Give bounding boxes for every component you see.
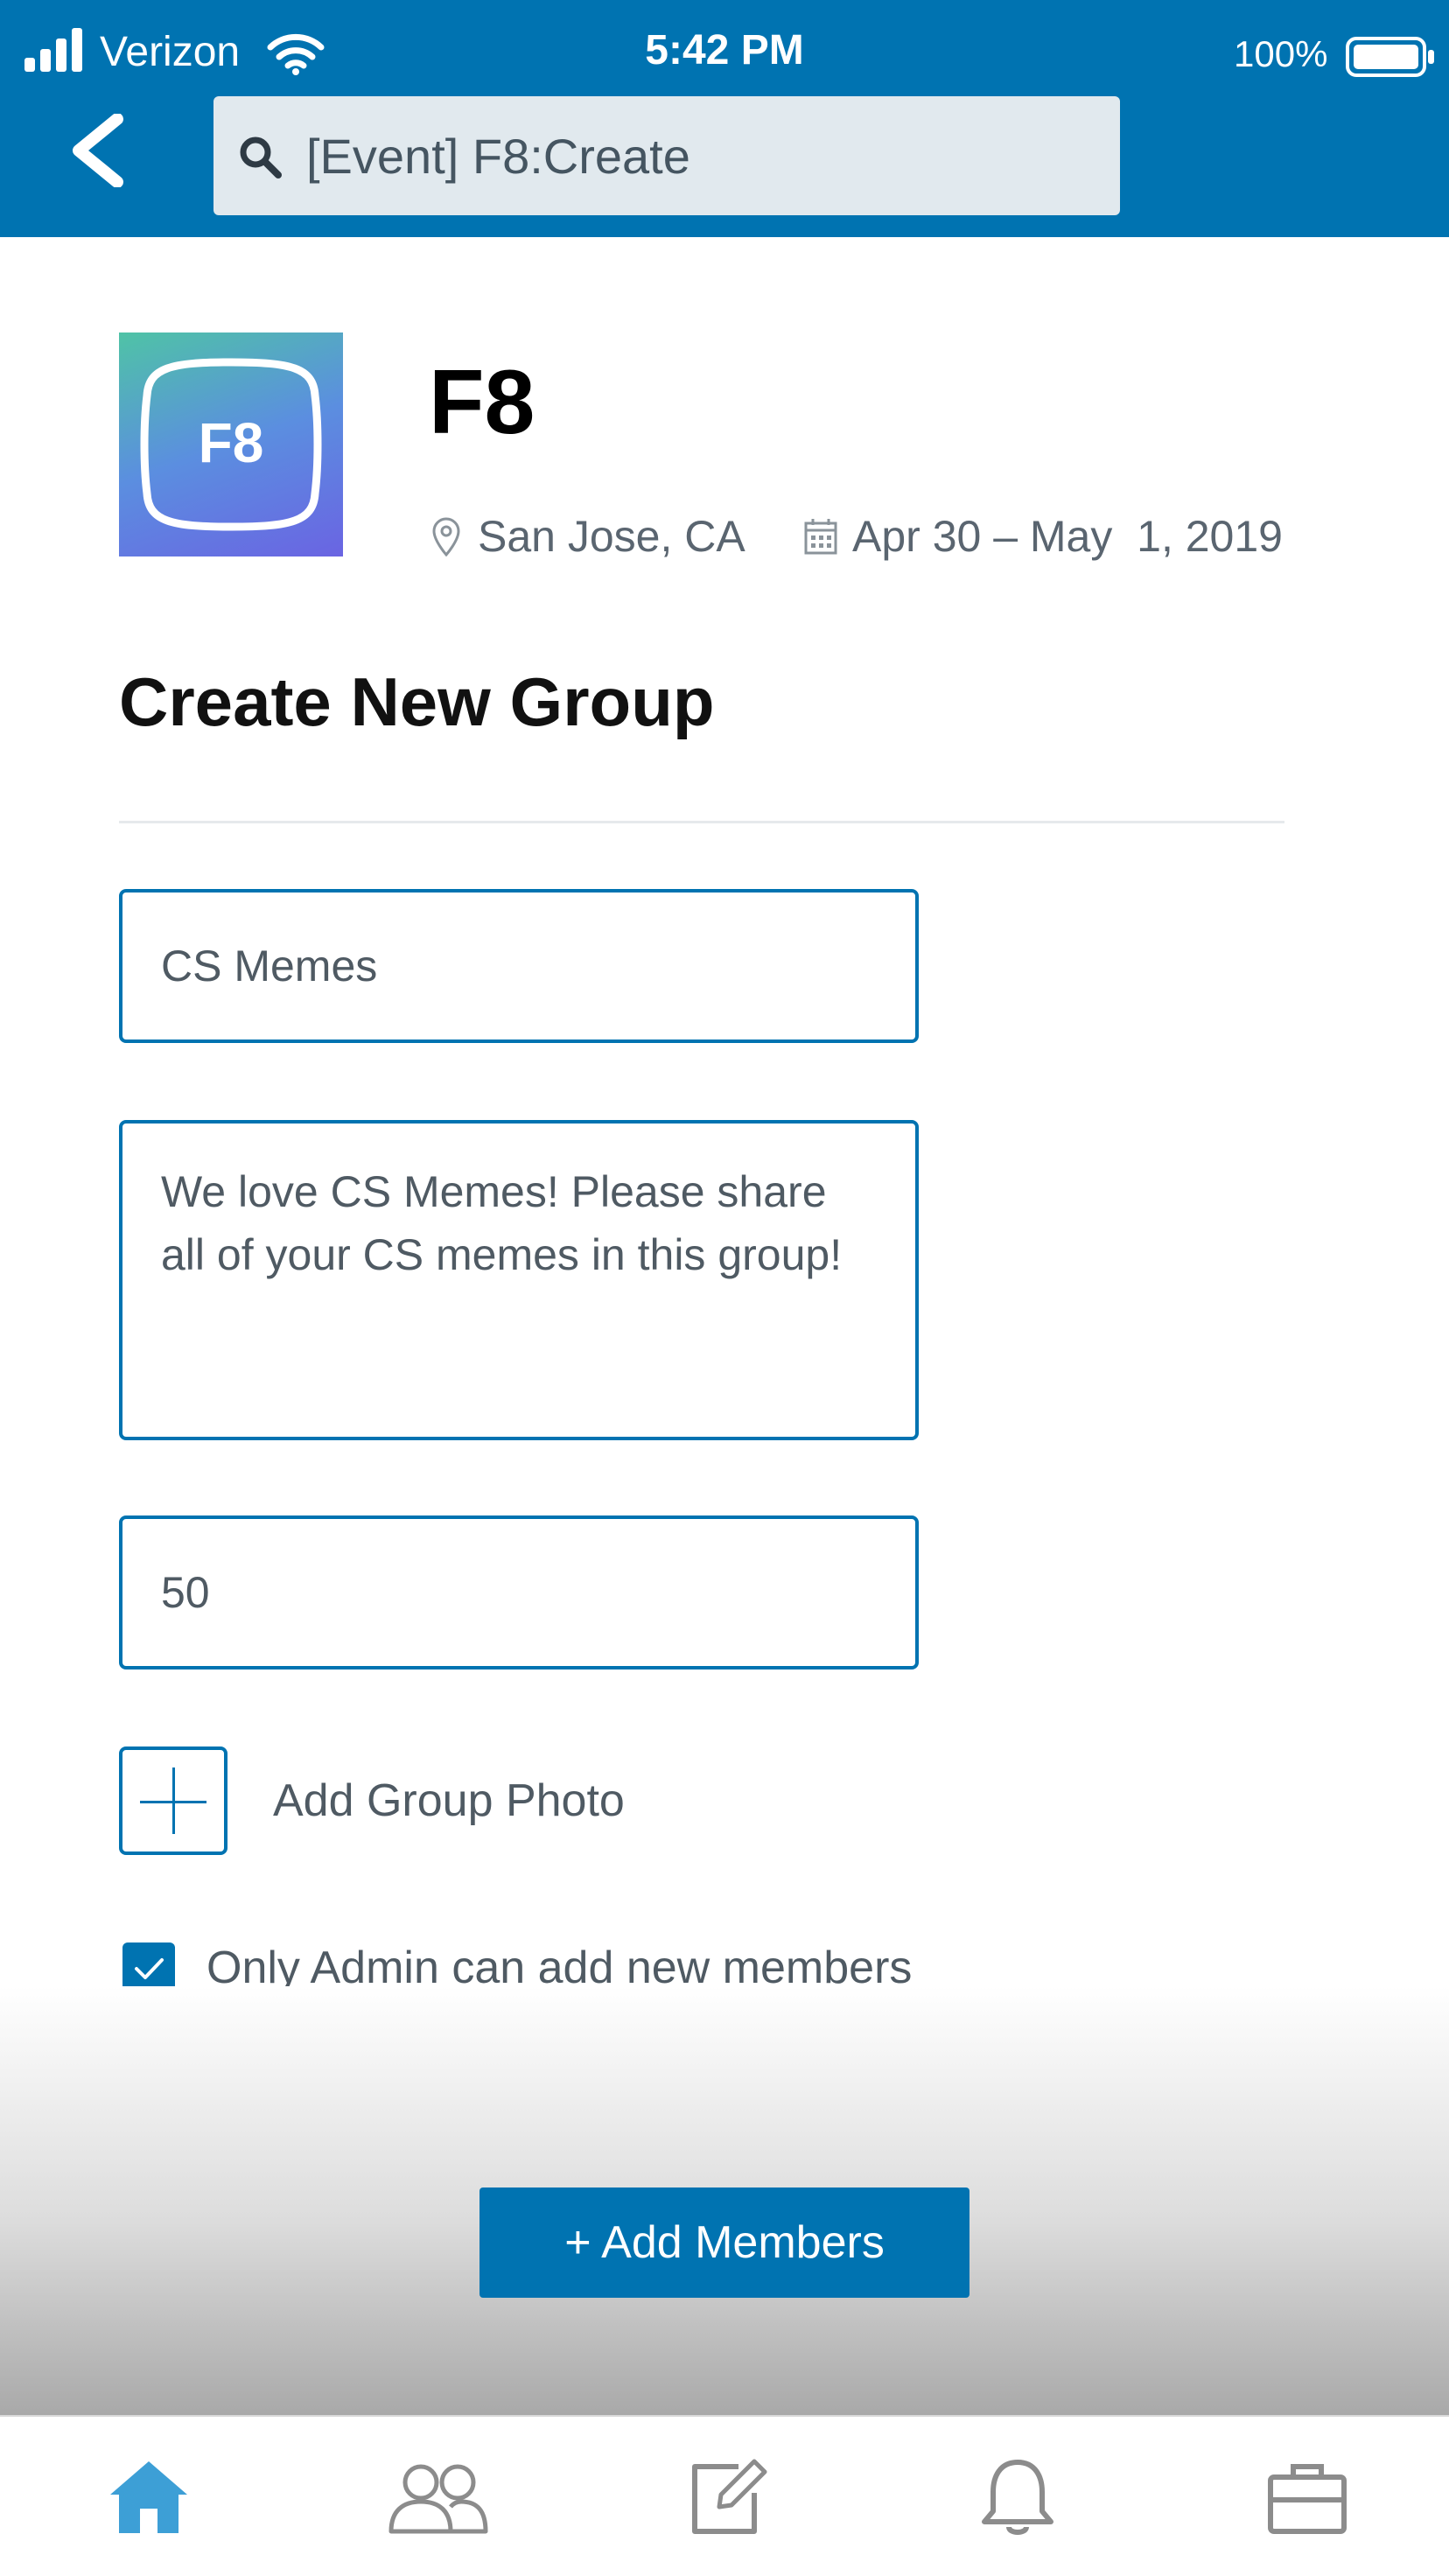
- f8-logo-icon: F8: [140, 358, 322, 531]
- location-pin-icon: [432, 517, 460, 556]
- event-title: F8: [429, 352, 536, 453]
- tab-post[interactable]: [583, 2417, 872, 2576]
- member-limit-field[interactable]: [119, 1516, 919, 1670]
- event-dates: Apr 30 – May 1, 2019: [803, 511, 1283, 562]
- search-bar[interactable]: [214, 96, 1120, 215]
- logo-text: F8: [199, 411, 264, 474]
- search-icon: [240, 136, 282, 178]
- briefcase-icon: [1267, 2464, 1347, 2534]
- tab-notifications[interactable]: [872, 2417, 1162, 2576]
- divider: [119, 821, 1284, 823]
- group-name-field[interactable]: [119, 889, 919, 1043]
- event-location: San Jose, CA: [429, 511, 746, 562]
- event-location-text: San Jose, CA: [478, 512, 746, 561]
- page-title: Create New Group: [119, 663, 715, 740]
- event-logo: F8: [119, 332, 343, 556]
- bell-icon: [981, 2460, 1054, 2535]
- back-button[interactable]: [49, 107, 145, 194]
- back-chevron-icon: [73, 114, 123, 187]
- tab-jobs[interactable]: [1162, 2417, 1449, 2576]
- tab-network[interactable]: [293, 2417, 583, 2576]
- calendar-icon: [804, 519, 837, 555]
- status-time: 5:42 PM: [645, 27, 804, 74]
- compose-icon: [691, 2459, 766, 2534]
- group-description-field[interactable]: We love CS Memes! Please share all of yo…: [119, 1120, 919, 1440]
- home-icon: [109, 2461, 187, 2533]
- add-photo-button[interactable]: [119, 1746, 228, 1855]
- app-screen: Verizon 5:42 PM 100% [Event] F8:Create F…: [0, 0, 1449, 2576]
- battery-icon: [1346, 37, 1434, 77]
- top-header: Verizon 5:42 PM 100%: [0, 0, 1449, 237]
- people-icon: [388, 2464, 487, 2534]
- status-bar: Verizon 5:42 PM 100%: [0, 0, 1449, 88]
- add-photo-label[interactable]: Add Group Photo: [273, 1773, 625, 1829]
- tab-home[interactable]: [4, 2417, 293, 2576]
- search-input[interactable]: [306, 114, 1094, 198]
- event-dates-text: Apr 30 – May 1, 2019: [852, 512, 1283, 561]
- add-members-button[interactable]: + Add Members: [480, 2188, 970, 2298]
- bottom-tab-bar: [0, 2415, 1449, 2576]
- battery-percent: 100%: [1234, 33, 1328, 74]
